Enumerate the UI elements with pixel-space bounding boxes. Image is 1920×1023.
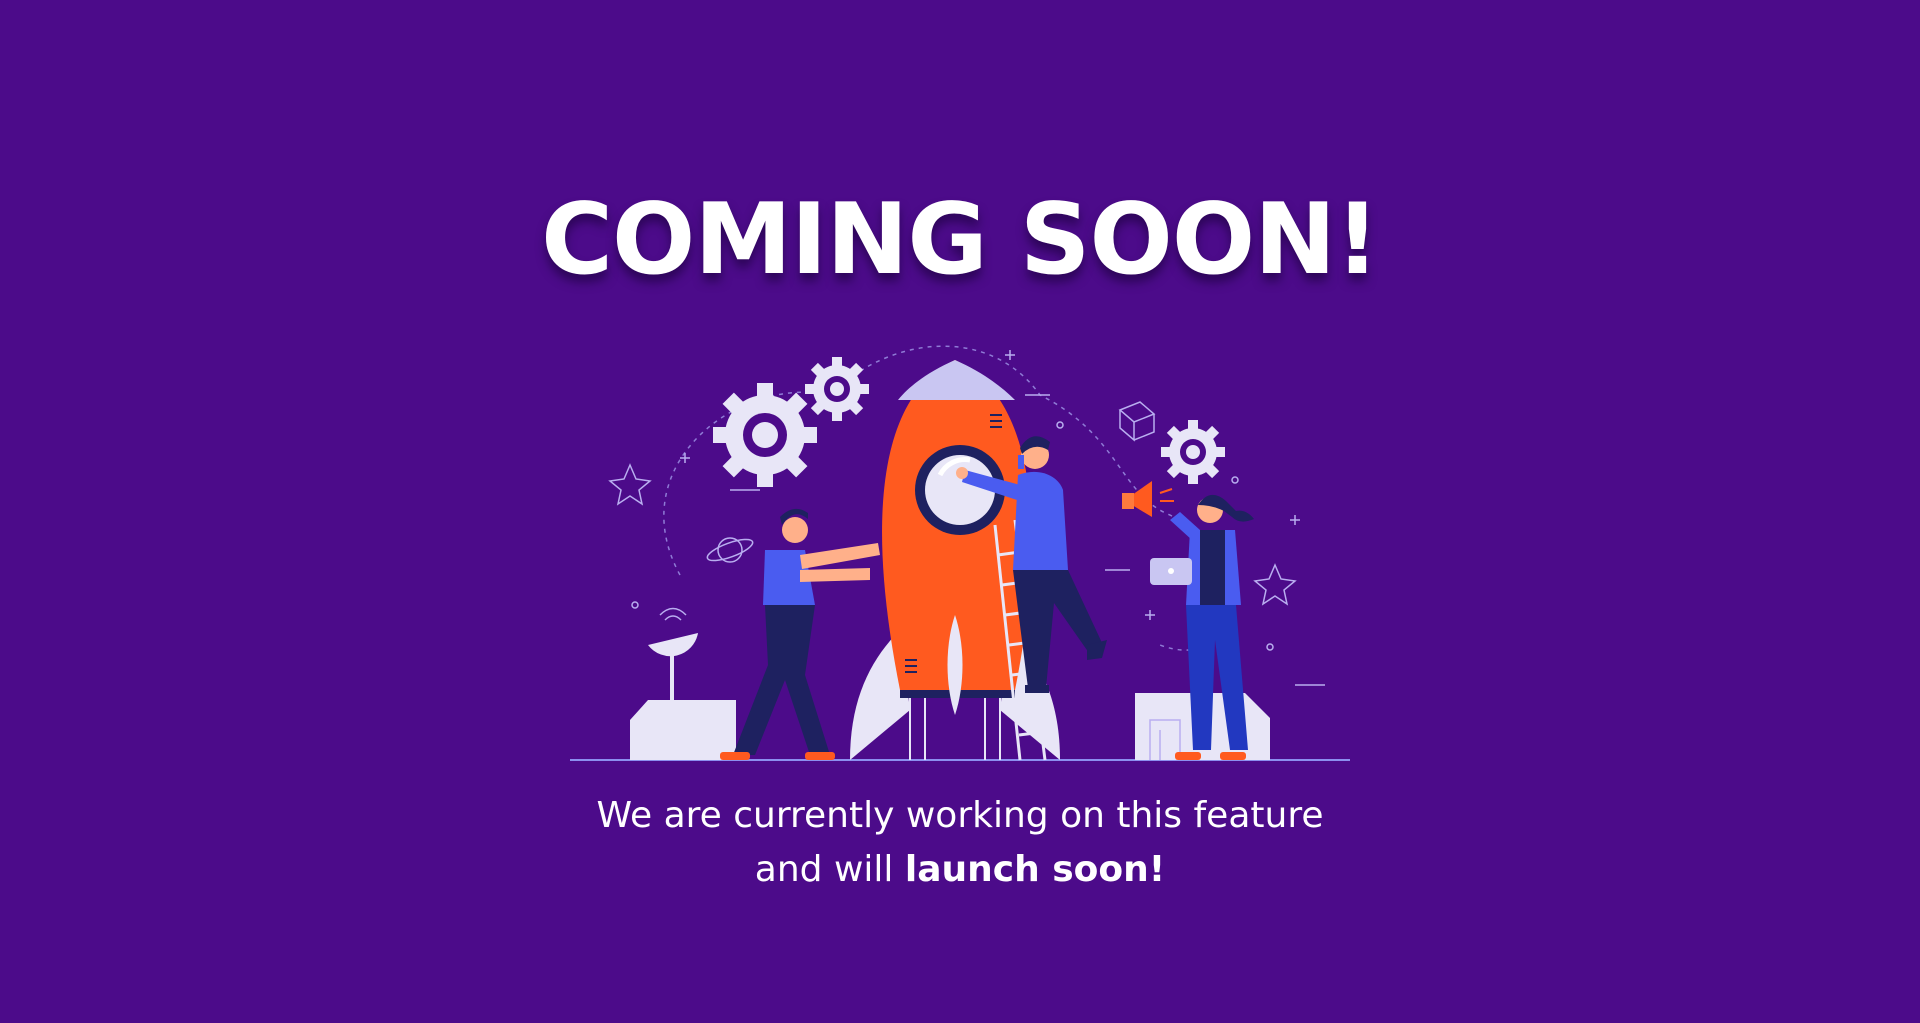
megaphone-icon: [1122, 481, 1174, 517]
status-message: We are currently working on this feature…: [0, 789, 1920, 897]
rocket-team-illustration: [570, 345, 1350, 761]
message-line-2-prefix: and will: [754, 849, 905, 890]
message-line-1: We are currently working on this feature: [596, 795, 1324, 836]
cube-icon: [1118, 401, 1156, 442]
message-line-2: and will launch soon!: [0, 843, 1920, 897]
message-emphasis: launch soon!: [904, 849, 1166, 890]
machine-box: [688, 700, 736, 760]
page-title: COMING SOON!: [541, 183, 1380, 297]
coming-soon-page: COMING SOON! We are currently working on…: [0, 0, 1920, 1023]
planet-icon: [706, 537, 754, 563]
